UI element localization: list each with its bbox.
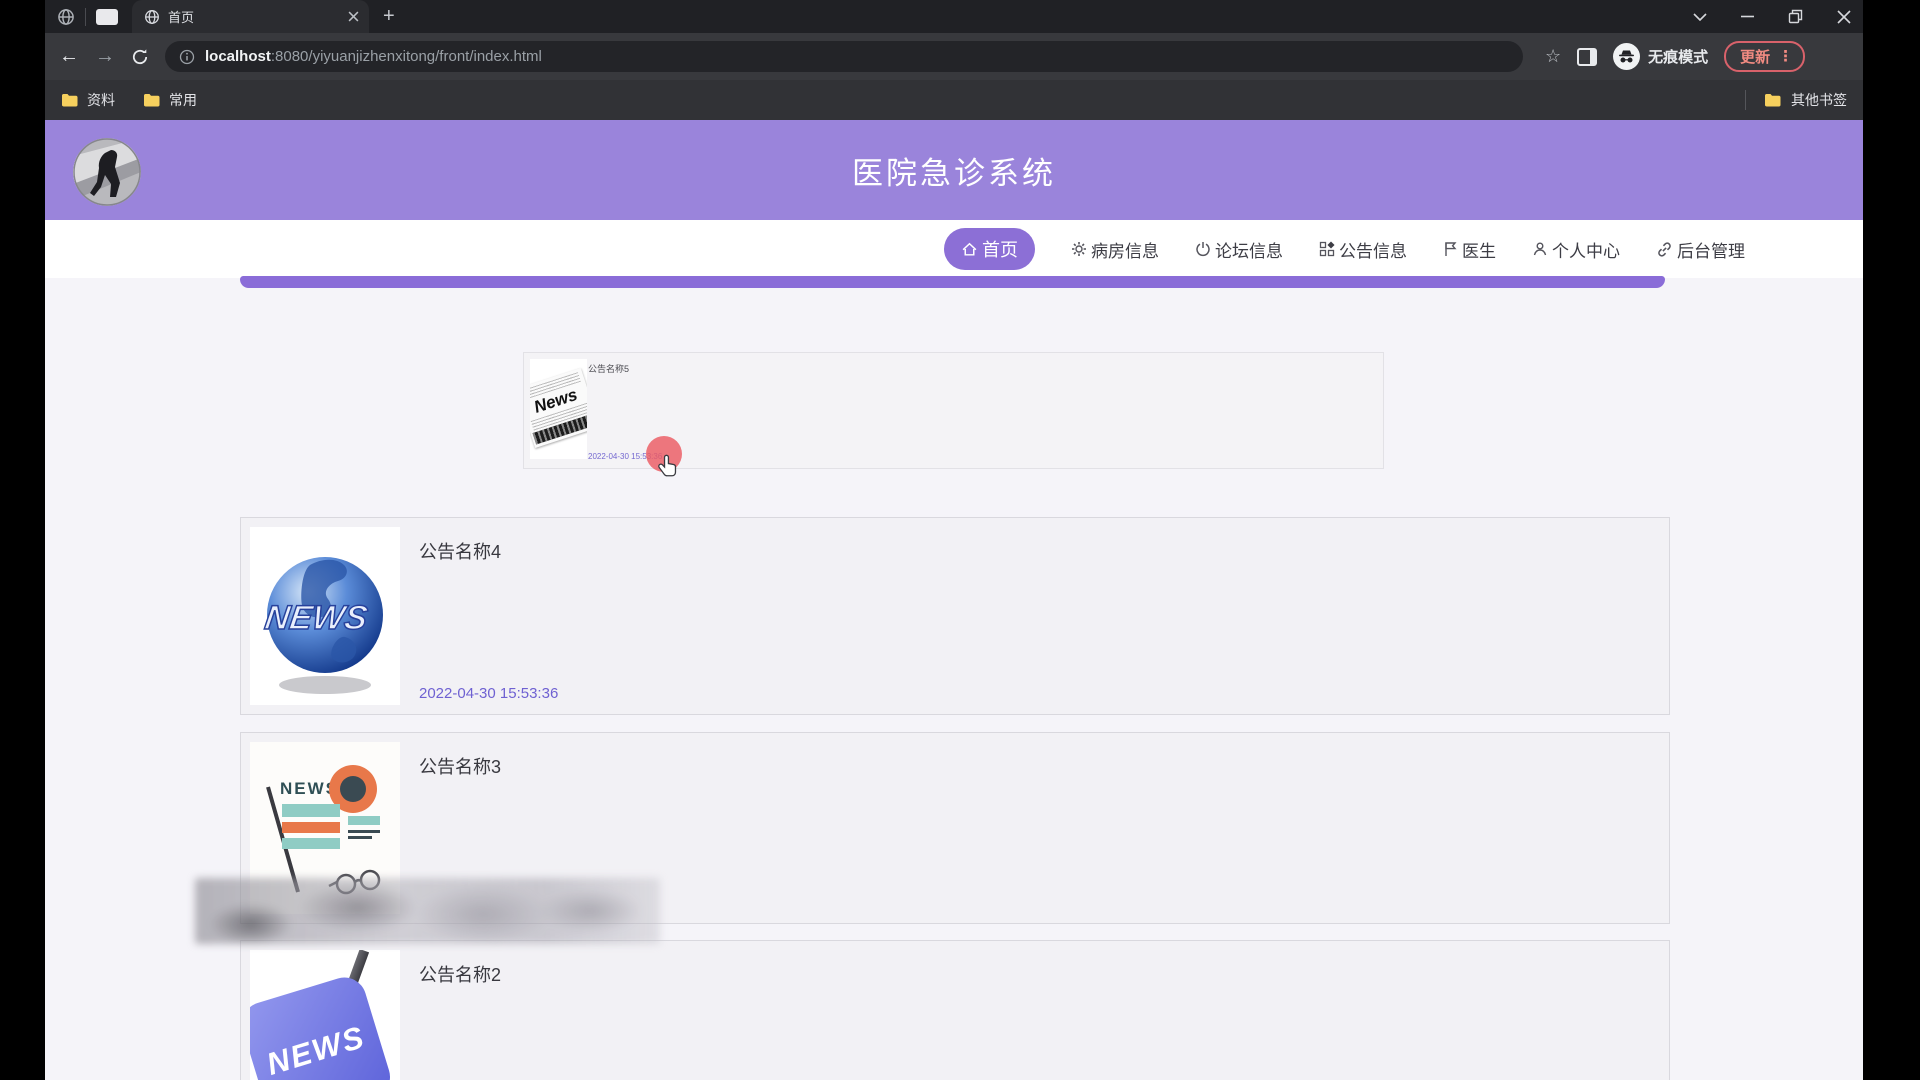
url-text[interactable]: localhost:8080/yiyuanjizhenxitong/front/…	[205, 48, 542, 65]
power-icon	[1195, 241, 1211, 257]
nav-item-announcements[interactable]: 公告信息	[1319, 237, 1407, 262]
bookmarks-bar: 资料 常用 其他书签	[45, 80, 1863, 120]
forward-icon[interactable]: →	[95, 45, 115, 68]
gear-icon	[1071, 241, 1087, 257]
active-tab[interactable]: 首页	[132, 0, 369, 33]
tab-title: 首页	[168, 7, 340, 26]
nav-item-home[interactable]: 首页	[944, 228, 1035, 270]
chevron-down-icon[interactable]	[1693, 13, 1707, 21]
close-icon[interactable]	[1837, 10, 1851, 24]
nav-label: 公告信息	[1339, 237, 1407, 262]
minimize-icon[interactable]	[1741, 15, 1754, 18]
person-icon	[1532, 241, 1548, 257]
carousel-top-band	[240, 276, 1665, 288]
page-title: 医院急诊系统	[45, 148, 1863, 193]
bookmark-folder-changyong[interactable]: 常用	[143, 90, 197, 110]
new-tab-button[interactable]: +	[383, 5, 395, 28]
nav-label: 论坛信息	[1215, 237, 1283, 262]
update-button[interactable]: 更新 ⋮	[1724, 41, 1805, 72]
folder-icon	[61, 93, 78, 107]
incognito-icon	[1613, 43, 1640, 70]
globe-news-word: NEWS	[263, 599, 370, 637]
nav-item-admin[interactable]: 后台管理	[1656, 237, 1745, 262]
more-menu-icon[interactable]: ⋮	[1778, 49, 1793, 64]
browser-window: 首页 +	[45, 0, 1863, 1080]
bookmark-label: 资料	[87, 90, 115, 110]
announcement-image-globe: NEWS	[250, 527, 400, 705]
browser-toolbar: ← → localhost:8080/yiyuanjizhenxitong/fr…	[45, 33, 1863, 80]
announcement-card[interactable]: NEWS 公告名称4 2022-04-30 15:53:36	[240, 517, 1670, 715]
grid-icon	[1319, 241, 1335, 257]
bookmark-star-icon[interactable]: ☆	[1545, 46, 1561, 67]
url-path: :8080/yiyuanjizhenxitong/front/index.htm…	[271, 48, 542, 65]
nav-item-forum[interactable]: 论坛信息	[1195, 237, 1283, 262]
incognito-label: 无痕模式	[1648, 46, 1708, 67]
bookmark-label: 常用	[169, 90, 197, 110]
divider	[85, 8, 86, 26]
nav-label: 病房信息	[1091, 237, 1159, 262]
announcement-title: 公告名称4	[419, 538, 501, 564]
announcement-date: 2022-04-30 15:53:36	[419, 685, 558, 702]
announcement-image-news-cube: NEWS	[250, 950, 400, 1080]
nav-label: 医生	[1462, 237, 1496, 262]
web-page: 医院急诊系统 首页 病房信息	[45, 120, 1863, 1080]
censored-blur-region	[195, 878, 660, 944]
announcement-card[interactable]: NEWS 公告名称2	[240, 940, 1670, 1080]
news-cube: NEWS	[250, 972, 395, 1080]
nav-item-doctors[interactable]: 医生	[1443, 237, 1496, 262]
announcement-title: 公告名称5	[588, 362, 629, 375]
globe-icon[interactable]	[57, 8, 75, 26]
url-host: localhost	[205, 48, 271, 65]
reload-icon[interactable]	[131, 48, 149, 66]
folder-icon	[143, 93, 160, 107]
tab-favicon-globe-icon	[144, 9, 160, 25]
hand-cursor-icon	[657, 454, 679, 480]
back-icon[interactable]: ←	[59, 45, 79, 68]
announcement-title: 公告名称3	[419, 753, 501, 779]
flag-icon	[1443, 241, 1458, 257]
main-nav: 首页 病房信息 论坛信息	[45, 220, 1863, 278]
window-controls	[1693, 0, 1857, 33]
bookmark-folder-ziliao[interactable]: 资料	[61, 90, 115, 110]
site-header: 医院急诊系统	[45, 120, 1863, 220]
info-icon[interactable]	[179, 49, 195, 65]
nav-label: 个人中心	[1552, 237, 1620, 262]
divider	[1745, 90, 1746, 110]
link-icon	[1656, 241, 1673, 258]
home-icon	[961, 241, 978, 258]
announcement-title: 公告名称2	[419, 961, 501, 987]
incognito-indicator: 无痕模式	[1613, 43, 1708, 70]
tab-close-icon[interactable]	[348, 11, 359, 22]
desktop: 首页 +	[0, 0, 1920, 1080]
side-panel-icon[interactable]	[1577, 48, 1597, 66]
nav-item-wards[interactable]: 病房信息	[1071, 237, 1159, 262]
screen-share-icon[interactable]	[96, 9, 118, 25]
nav-label: 后台管理	[1677, 237, 1745, 262]
update-label: 更新	[1740, 46, 1770, 67]
folder-icon	[1764, 93, 1781, 107]
restore-icon[interactable]	[1788, 9, 1803, 24]
url-bar[interactable]: localhost:8080/yiyuanjizhenxitong/front/…	[165, 41, 1523, 72]
other-bookmarks[interactable]: 其他书签	[1791, 90, 1847, 110]
nav-item-profile[interactable]: 个人中心	[1532, 237, 1620, 262]
tab-bar: 首页 +	[45, 0, 1863, 33]
cube-news-word: NEWS	[262, 1019, 369, 1080]
announcement-image-newspaper: News	[530, 359, 587, 459]
nav-label: 首页	[982, 236, 1018, 262]
